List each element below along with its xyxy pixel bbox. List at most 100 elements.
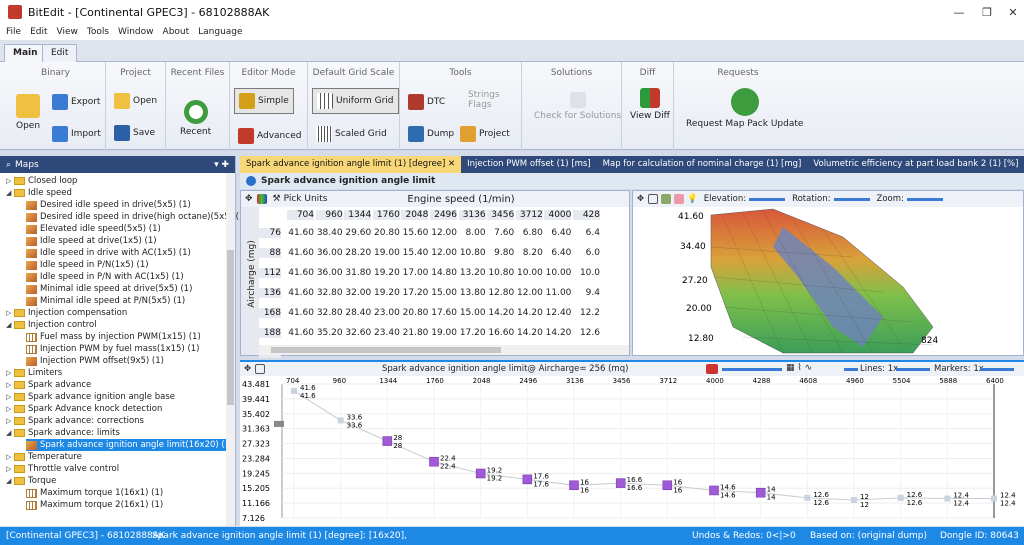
table-cell[interactable]: 36.00	[316, 268, 343, 278]
table-cell[interactable]: 14.20	[516, 328, 543, 338]
move-icon[interactable]: ✥	[245, 194, 253, 204]
table-cell[interactable]: 6.4	[573, 228, 600, 238]
table-cell[interactable]: 41.60	[287, 248, 314, 258]
tools-project-button[interactable]: Project	[460, 126, 510, 142]
table-cell[interactable]: 15.60	[401, 228, 429, 238]
table-cell[interactable]: 11.00	[544, 288, 572, 298]
data-point[interactable]	[291, 387, 297, 394]
menu-window[interactable]: Window	[118, 27, 154, 37]
tree-map-item[interactable]: Injection PWM by fuel mass(1x15) (1)	[26, 343, 199, 355]
graph-grid-icon[interactable]: ▦ ⌇ ∿	[786, 363, 812, 373]
menu-tools[interactable]: Tools	[87, 27, 109, 37]
data-point[interactable]	[755, 487, 766, 498]
tree-folder[interactable]: ◢ Torque	[6, 475, 56, 487]
table-cell[interactable]: 17.20	[459, 328, 486, 338]
zoom-slider[interactable]	[906, 197, 943, 201]
table-cell[interactable]: 12.00	[430, 228, 457, 238]
menu-edit[interactable]: Edit	[30, 27, 47, 37]
table-cell[interactable]: 20.80	[401, 308, 429, 318]
graph-slider[interactable]	[722, 368, 782, 371]
scaled-grid-button[interactable]: Scaled Grid	[316, 126, 387, 142]
data-point[interactable]	[522, 474, 533, 485]
data-point[interactable]	[662, 480, 673, 491]
table-cell[interactable]: 6.40	[544, 228, 571, 238]
tree-map-item[interactable]: Idle speed in P/N(1x5) (1)	[26, 259, 149, 271]
table-cell[interactable]: 12.2	[573, 308, 600, 318]
data-point[interactable]	[382, 436, 393, 446]
table-cell[interactable]: 35.20	[316, 328, 343, 338]
tree-folder[interactable]: ◢ Injection control	[6, 319, 97, 331]
tree-map-item[interactable]: Maximum torque 1(16x1) (1)	[26, 487, 163, 499]
palette-icon[interactable]	[674, 194, 685, 204]
table-cell[interactable]: 17.00	[401, 268, 429, 278]
color-icon[interactable]	[706, 364, 718, 374]
table-cell[interactable]: 15.00	[459, 308, 486, 318]
table-cell[interactable]: 14.20	[544, 328, 572, 338]
table-cell[interactable]: 31.80	[344, 268, 371, 278]
tree-map-item[interactable]: Maximum torque 2(16x1) (1)	[26, 499, 163, 511]
table-cell[interactable]: 41.60	[287, 228, 314, 238]
lines-width-slider[interactable]	[896, 368, 930, 371]
table-cell[interactable]: 14.20	[487, 308, 514, 318]
collapsed-icon[interactable]: ▷	[6, 369, 14, 377]
table-cell[interactable]: 6.40	[544, 248, 571, 258]
tree-map-item[interactable]: Minimal idle speed at P/N(5x5) (1)	[26, 295, 185, 307]
table-cell[interactable]: 10.80	[487, 268, 514, 278]
table-cell[interactable]: 10.00	[544, 268, 572, 278]
request-update-button[interactable]: Request Map Pack Update	[686, 88, 803, 129]
tree-folder[interactable]: ◢ Idle speed	[6, 187, 72, 199]
advanced-mode-button[interactable]: Advanced	[238, 128, 301, 144]
tree-folder[interactable]: ▷ Spark Advance knock detection	[6, 403, 162, 415]
table-cell[interactable]: 32.60	[344, 328, 371, 338]
data-point[interactable]	[944, 495, 951, 502]
project-open-button[interactable]: Open	[114, 93, 157, 109]
close-button[interactable]: ✕	[998, 0, 1024, 24]
surface-icon[interactable]	[661, 194, 672, 204]
table-cell[interactable]: 10.00	[516, 268, 543, 278]
import-button[interactable]: Import	[52, 126, 101, 142]
pick-units-icon[interactable]: ⚒	[273, 194, 281, 204]
table-cell[interactable]: 23.00	[373, 308, 400, 318]
uniform-grid-button[interactable]: Uniform Grid	[312, 88, 399, 114]
table-cell[interactable]: 41.60	[287, 268, 314, 278]
doc-tab-injection-pwm[interactable]: Injection PWM offset (1) [ms]	[461, 156, 597, 173]
tree-folder[interactable]: ▷ Closed loop	[6, 175, 77, 187]
tree-map-item[interactable]: Minimal idle speed at drive(5x5) (1)	[26, 283, 192, 295]
doc-tab-spark-limit[interactable]: Spark advance ignition angle limit (1) […	[240, 156, 462, 173]
expanded-icon[interactable]: ◢	[6, 189, 14, 197]
table-cell[interactable]: 10.0	[573, 268, 600, 278]
check-solutions-button[interactable]: Check for Solutions	[534, 92, 621, 121]
data-point[interactable]	[337, 417, 344, 424]
strings-flags-button[interactable]: Strings Flags	[468, 90, 500, 110]
collapsed-icon[interactable]: ▷	[6, 393, 14, 401]
table-cell[interactable]: 17.60	[430, 308, 457, 318]
table-cell[interactable]: 19.20	[373, 268, 400, 278]
table-cell[interactable]: 17.20	[401, 288, 429, 298]
table-icon[interactable]	[255, 364, 266, 374]
table-cell[interactable]: 14.20	[516, 308, 543, 318]
table-cell[interactable]: 6.0	[573, 248, 600, 258]
table-cell[interactable]: 6.80	[516, 228, 543, 238]
table-cell[interactable]: 41.60	[287, 288, 314, 298]
save-button[interactable]: Save	[114, 125, 155, 141]
data-point[interactable]	[709, 485, 719, 496]
tree-map-item[interactable]: Spark advance ignition angle limit(16x20…	[26, 439, 234, 451]
table-cell[interactable]: 32.80	[316, 308, 343, 318]
collapsed-icon[interactable]: ▷	[6, 405, 14, 413]
dtc-button[interactable]: DTC	[408, 94, 445, 110]
table-cell[interactable]: 13.20	[459, 268, 486, 278]
table-cell[interactable]: 29.60	[344, 228, 371, 238]
export-button[interactable]: Export	[52, 94, 100, 110]
menu-view[interactable]: View	[57, 27, 78, 37]
minimize-button[interactable]: —	[944, 0, 974, 24]
data-point[interactable]	[991, 495, 997, 502]
table-hscroll-thumb[interactable]	[271, 347, 501, 353]
table-cell[interactable]: 32.00	[344, 288, 371, 298]
move-icon[interactable]: ✥	[637, 194, 644, 204]
table-cell[interactable]: 8.20	[516, 248, 543, 258]
table-cell[interactable]: 36.00	[316, 248, 343, 258]
collapsed-icon[interactable]: ▷	[6, 417, 14, 425]
colors-icon[interactable]	[256, 194, 267, 204]
view-diff-button[interactable]: View Diff	[630, 88, 670, 121]
tree-folder[interactable]: ▷ Limiters	[6, 367, 62, 379]
